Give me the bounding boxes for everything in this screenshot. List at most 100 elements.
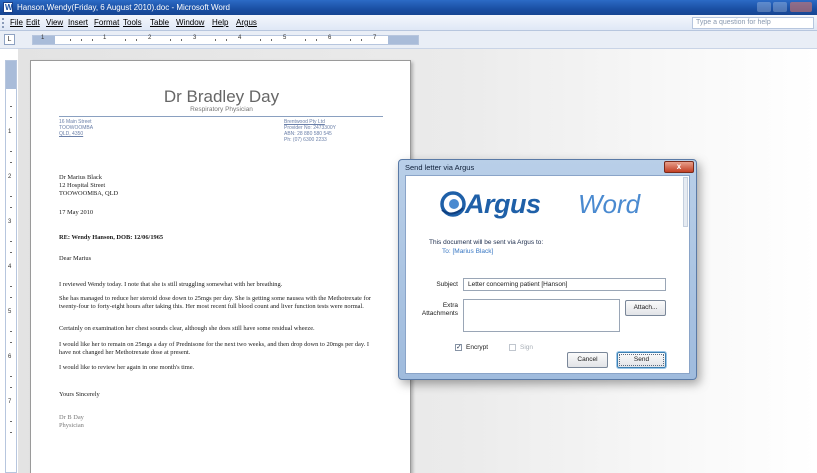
document-page[interactable]: Dr Bradley Day Respiratory Physician 16 …	[30, 60, 411, 473]
ruler-tick	[181, 39, 182, 41]
tab-selector-button[interactable]: L	[4, 34, 15, 45]
ruler-tick	[10, 432, 12, 433]
send-recipient: To: [Marius Black]	[442, 248, 494, 255]
encrypt-label: Encrypt	[466, 344, 489, 351]
ruler-number: 2	[148, 35, 152, 41]
letter-date: 17 May 2010	[59, 209, 94, 216]
argus-logo-icon	[440, 191, 466, 217]
ruler-tick	[10, 252, 12, 253]
ruler-tick	[10, 117, 12, 118]
signature-name: Dr B Day	[59, 414, 84, 421]
menu-view[interactable]: View	[46, 15, 63, 31]
attachments-list[interactable]	[463, 299, 620, 332]
ruler-number: 2	[8, 174, 12, 180]
dialog-close-button[interactable]: x	[664, 161, 694, 173]
menu-tools[interactable]: Tools	[123, 15, 142, 31]
menu-edit[interactable]: Edit	[26, 15, 40, 31]
ruler-tick	[136, 39, 137, 41]
menu-help[interactable]: Help	[212, 15, 228, 31]
letter-paragraph: She has managed to reduce her steroid do…	[59, 295, 371, 310]
ruler-tick	[10, 297, 12, 298]
ruler-bar: L 1 1 2 3 4 5 6 7	[0, 31, 817, 49]
sign-checkbox[interactable]	[509, 344, 516, 351]
letter-closing: Yours Sincerely	[59, 391, 100, 398]
ruler-tick	[81, 39, 82, 41]
letterhead-doctor-name: Dr Bradley Day	[163, 87, 280, 106]
horizontal-ruler[interactable]: 1 1 2 3 4 5 6 7	[32, 35, 419, 45]
attachments-label: Extra Attachments	[421, 302, 458, 317]
ruler-number: 1	[8, 129, 12, 135]
window-title: Hanson,Wendy(Friday, 6 August 2010).doc …	[17, 3, 230, 12]
ruler-tick	[10, 151, 12, 152]
menu-insert[interactable]: Insert	[68, 15, 88, 31]
menubar-grip[interactable]	[2, 18, 4, 28]
ruler-tick	[10, 421, 12, 422]
window-titlebar: Hanson,Wendy(Friday, 6 August 2010).doc …	[0, 0, 817, 15]
help-search-input[interactable]: Type a question for help	[692, 17, 814, 29]
close-icon: x	[676, 162, 682, 171]
ruler-tick	[10, 342, 12, 343]
subject-input[interactable]: Letter concerning patient [Hanson]	[463, 278, 666, 291]
menu-format[interactable]: Format	[94, 15, 119, 31]
ruler-tick	[10, 376, 12, 377]
menu-window[interactable]: Window	[176, 15, 204, 31]
letterhead-address-left: 16 Main Street TOOWOOMBA QLD, 4350	[59, 119, 94, 137]
ruler-number: 6	[8, 354, 12, 360]
close-window-button[interactable]	[790, 2, 812, 12]
menu-file[interactable]: File	[10, 15, 23, 31]
ruler-tick	[10, 106, 12, 107]
ruler-tick	[305, 39, 306, 41]
ruler-tick	[226, 39, 227, 41]
menu-table[interactable]: Table	[150, 15, 169, 31]
ruler-number: 4	[238, 35, 242, 41]
recipient-address: Dr Marius Black 12 Hospital Street TOOWO…	[59, 174, 119, 197]
letterhead-doctor-role: Respiratory Physician	[190, 106, 253, 113]
ruler-tick	[350, 39, 351, 41]
ruler-tick	[10, 241, 12, 242]
ruler-number: 1	[103, 35, 107, 41]
letter-paragraph: I would like to review her again in one …	[59, 364, 195, 371]
ruler-tick	[125, 39, 126, 41]
ruler-top-margin	[6, 61, 16, 89]
menu-bar: File Edit View Insert Format Tools Table…	[0, 15, 817, 31]
dialog-scrollbar[interactable]	[683, 177, 688, 227]
ruler-tick	[361, 39, 362, 41]
ruler-tick	[10, 387, 12, 388]
send-button[interactable]: Send	[617, 352, 666, 368]
ruler-tick	[271, 39, 272, 41]
ruler-number: 5	[283, 35, 287, 41]
maximize-button[interactable]	[773, 2, 787, 12]
menu-argus[interactable]: Argus	[236, 15, 257, 31]
argus-logo-brand: Argus	[465, 189, 541, 219]
sign-label: Sign	[520, 344, 534, 351]
vertical-ruler[interactable]: 1 2 3 4 5 6 7	[5, 60, 17, 473]
letterhead-divider	[59, 116, 383, 117]
attach-button[interactable]: Attach...	[625, 300, 666, 316]
ruler-tick	[92, 39, 93, 41]
ruler-tick	[10, 207, 12, 208]
encrypt-checkbox[interactable]: ✓	[455, 344, 462, 351]
ruler-tick	[215, 39, 216, 41]
ruler-number: 3	[193, 35, 197, 41]
ruler-number: 5	[8, 309, 12, 315]
send-intro-text: This document will be sent via Argus to:	[429, 239, 544, 246]
subject-label: Subject	[436, 281, 458, 288]
ruler-number: 6	[328, 35, 332, 41]
checkmark-icon: ✓	[456, 344, 462, 351]
ruler-tick	[10, 196, 12, 197]
ruler-tick	[10, 331, 12, 332]
minimize-button[interactable]	[757, 2, 771, 12]
ruler-tick	[260, 39, 261, 41]
letterhead-address-right: Brentwood Pty Ltd Provider No: 2473300Y …	[284, 119, 336, 143]
ruler-number: 7	[373, 35, 377, 41]
send-via-argus-dialog: Send letter via Argus x Argus Word This …	[398, 159, 697, 380]
word-document-icon	[3, 0, 13, 15]
ruler-tick	[10, 162, 12, 163]
ruler-tick	[70, 39, 71, 41]
letter-paragraph: I reviewed Wendy today. I note that she …	[59, 281, 283, 288]
ruler-number: 4	[8, 264, 12, 270]
cancel-button[interactable]: Cancel	[567, 352, 608, 368]
letter-paragraph: I would like her to remain on 25mgs a da…	[59, 341, 369, 356]
ruler-number: 3	[8, 219, 12, 225]
argus-logo-product: Word	[578, 189, 641, 219]
